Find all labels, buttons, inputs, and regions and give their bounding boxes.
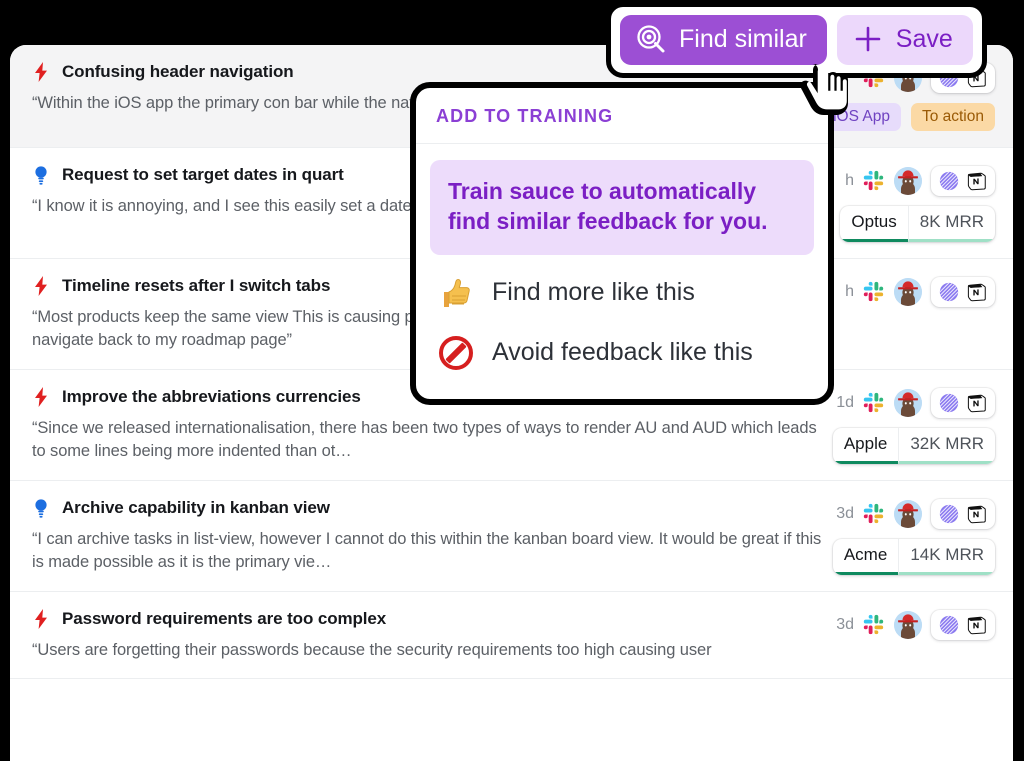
integration-group[interactable] (931, 277, 995, 307)
table-row[interactable]: Password requirements are too complex “U… (10, 592, 1013, 680)
popover-item-label: Avoid feedback like this (492, 338, 753, 367)
row-content: Password requirements are too complex “U… (32, 608, 836, 662)
avatar (894, 167, 922, 195)
row-meta-line: 3d (836, 609, 995, 640)
integration-group[interactable] (931, 609, 995, 640)
bolt-icon (32, 61, 50, 83)
row-title: Confusing header navigation (62, 62, 294, 81)
slack-icon[interactable] (863, 614, 885, 636)
row-quote: “I can archive tasks in list-view, howev… (32, 529, 822, 572)
timestamp: 1d (836, 393, 854, 411)
row-meta: 3d Acme 14K MRR (832, 497, 995, 575)
company-mrr: 8K MRR (907, 206, 995, 242)
avatar (894, 278, 922, 306)
timestamp: 3d (836, 615, 854, 633)
popover-banner: Train sauce to automatically find simila… (430, 160, 814, 255)
slack-icon[interactable] (863, 392, 885, 414)
slack-icon[interactable] (863, 503, 885, 525)
table-row[interactable]: Archive capability in kanban view “I can… (10, 481, 1013, 592)
notion-icon[interactable] (966, 170, 988, 192)
company-name: Apple (832, 428, 899, 464)
company-name: Acme (832, 539, 899, 575)
row-quote: “Users are forgetting their passwords be… (32, 640, 712, 659)
linear-icon[interactable] (938, 170, 960, 192)
avatar (894, 499, 922, 528)
row-meta-line: h (845, 166, 995, 196)
notion-icon[interactable] (966, 281, 988, 303)
popover-item-find-more[interactable]: Find more like this (416, 263, 828, 323)
row-meta-line: h (845, 277, 995, 307)
avatar (894, 610, 922, 639)
thumbs-up-icon (438, 275, 474, 311)
pointing-hand-cursor (797, 56, 859, 122)
row-meta: h (845, 275, 995, 353)
row-meta: h Optus 8K MRR (840, 164, 995, 242)
add-to-training-popover: ADD TO TRAINING Train sauce to automatic… (410, 82, 834, 405)
linear-icon[interactable] (938, 503, 960, 525)
integration-group[interactable] (931, 498, 995, 529)
integration-group[interactable] (931, 166, 995, 196)
company-mrr: 32K MRR (898, 427, 995, 464)
row-meta-line: 1d (836, 387, 995, 418)
linear-icon[interactable] (938, 392, 960, 414)
screen: { "action_bar": { "find_similar_label": … (0, 0, 1024, 761)
linear-icon[interactable] (938, 614, 960, 636)
popover-options: Find more like this Avoid feedback like … (416, 263, 828, 399)
tag-chip[interactable]: To action (910, 103, 995, 131)
lightbulb-icon (32, 164, 50, 186)
avatar (894, 388, 922, 417)
row-title: Request to set target dates in quart (62, 165, 344, 184)
find-similar-button[interactable]: Find similar (620, 15, 827, 65)
row-quote: “Since we released internationalisation,… (32, 418, 817, 461)
row-title-line: Archive capability in kanban view (32, 497, 823, 519)
timestamp: h (845, 172, 854, 189)
row-meta: 1d Apple 32K MRR (832, 386, 995, 464)
row-title: Timeline resets after I switch tabs (62, 276, 331, 295)
target-search-icon (636, 24, 666, 54)
notion-icon[interactable] (966, 503, 988, 525)
timestamp: 3d (836, 504, 854, 522)
row-meta-line: 3d (836, 498, 995, 529)
row-meta: 3d (836, 608, 995, 662)
notion-icon[interactable] (966, 614, 988, 636)
bolt-icon (32, 275, 50, 297)
slack-icon[interactable] (863, 281, 885, 303)
popover-item-label: Find more like this (492, 278, 695, 307)
row-content: Archive capability in kanban view “I can… (32, 497, 833, 575)
slack-icon[interactable] (863, 170, 885, 192)
save-label: Save (895, 24, 953, 53)
company-mrr-pill[interactable]: Optus 8K MRR (840, 206, 995, 242)
row-title-line: Password requirements are too complex (32, 608, 826, 630)
notion-icon[interactable] (966, 392, 988, 414)
row-title: Improve the abbreviations currencies (62, 386, 361, 406)
lightbulb-icon (32, 497, 50, 519)
company-mrr-pill[interactable]: Acme 14K MRR (832, 538, 995, 575)
company-mrr-pill[interactable]: Apple 32K MRR (832, 427, 995, 464)
find-similar-label: Find similar (679, 24, 807, 53)
bolt-icon (32, 386, 50, 408)
company-name: Optus (840, 206, 908, 242)
row-title: Archive capability in kanban view (62, 497, 330, 517)
popover-item-avoid[interactable]: Avoid feedback like this (416, 323, 828, 383)
integration-group[interactable] (931, 387, 995, 418)
linear-icon[interactable] (938, 281, 960, 303)
plus-icon (853, 24, 883, 54)
row-title: Password requirements are too complex (62, 608, 387, 628)
no-entry-icon (438, 335, 474, 371)
company-mrr: 14K MRR (898, 538, 995, 575)
timestamp: h (845, 283, 854, 300)
bolt-icon (32, 608, 50, 630)
popover-header: ADD TO TRAINING (416, 88, 828, 144)
